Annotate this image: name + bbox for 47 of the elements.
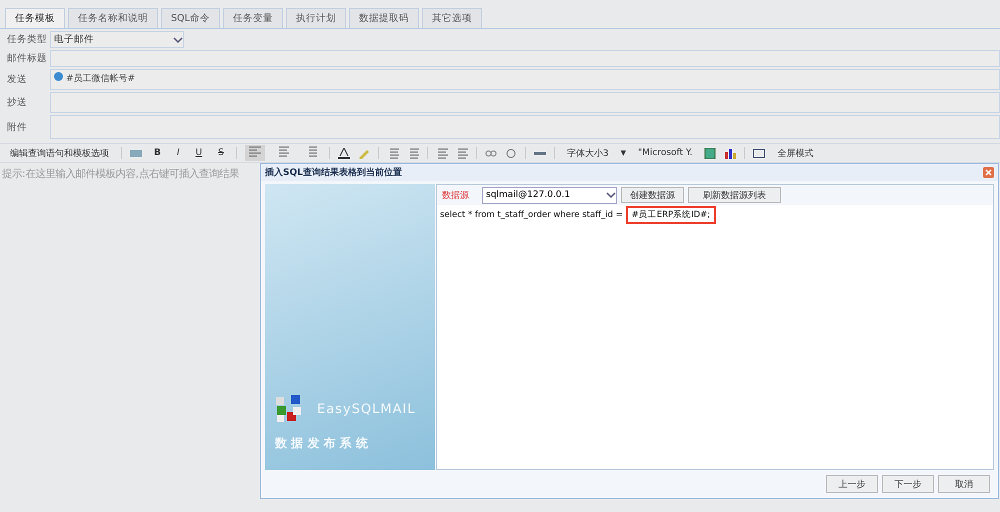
cube-logo-icon	[275, 395, 303, 423]
type-select[interactable]: 电子邮件	[50, 31, 184, 48]
font-family-dropdown[interactable]: "Microsoft Y.	[634, 147, 696, 159]
tab[interactable]: SQL命令	[161, 8, 220, 28]
field-label: 抄送	[6, 96, 28, 109]
format-button[interactable]: U	[192, 147, 206, 159]
bar-chart-icon[interactable]	[724, 148, 736, 158]
datasource-select[interactable]: sqlmail@127.0.0.1	[482, 186, 617, 204]
brand-slogan: 数 据 发 布 系 统	[275, 435, 369, 452]
tab[interactable]: 执行计划	[286, 8, 346, 28]
datasource-label: 数据源	[442, 190, 470, 202]
attachment-field[interactable]	[50, 115, 1000, 139]
fullscreen-icon[interactable]	[753, 148, 766, 158]
dialog-title: 插入SQL查询结果表格到当前位置	[265, 166, 402, 179]
recipient-field[interactable]: #员工微信帐号#	[50, 69, 1000, 90]
fullscreen-button[interactable]: 全屏模式	[773, 146, 818, 160]
tab[interactable]: 任务变量	[222, 8, 283, 28]
refresh-datasource-button[interactable]: 刷新数据源列表	[688, 187, 781, 203]
field-label: 任务类型	[6, 33, 48, 46]
brand-name: EasySQLMAIL	[317, 402, 416, 416]
spreadsheet-icon[interactable]	[704, 148, 716, 158]
format-button[interactable]: B	[150, 147, 165, 159]
field-label: 邮件标题	[6, 52, 48, 65]
tab[interactable]: 其它选项	[422, 8, 482, 28]
sql-editor[interactable]: select * from t_staff_order where staff_id = #员工ERP系统ID#;	[437, 205, 993, 469]
field-label: 附件	[6, 120, 28, 134]
format-button[interactable]: S	[214, 147, 228, 159]
chevron-down-icon	[173, 36, 183, 44]
dialog-button[interactable]: 上一步	[826, 475, 878, 493]
text-color-icon[interactable]	[338, 148, 350, 158]
chevron-down-icon	[606, 191, 616, 199]
field-label: 发送	[6, 73, 28, 86]
align-left-icon[interactable]	[244, 145, 265, 161]
subject-field[interactable]	[50, 50, 1000, 67]
link-icon[interactable]	[484, 148, 497, 158]
tab[interactable]: 任务名称和说明	[68, 8, 158, 28]
dialog-button[interactable]: 下一步	[882, 475, 934, 493]
font-size-dropdown[interactable]: 字体大小3	[562, 146, 613, 160]
close-icon[interactable]	[983, 167, 994, 178]
edit-query-button[interactable]: 编辑查询语句和模板选项	[6, 146, 113, 160]
tab[interactable]: 数据提取码	[348, 8, 419, 28]
dialog-button[interactable]: 取消	[938, 475, 990, 493]
format-button[interactable]: I	[172, 147, 184, 159]
tab[interactable]: 任务模板	[5, 8, 65, 28]
contact-icon	[54, 72, 63, 81]
cc-field[interactable]	[50, 92, 1000, 113]
create-datasource-button[interactable]: 创建数据源	[621, 187, 684, 203]
